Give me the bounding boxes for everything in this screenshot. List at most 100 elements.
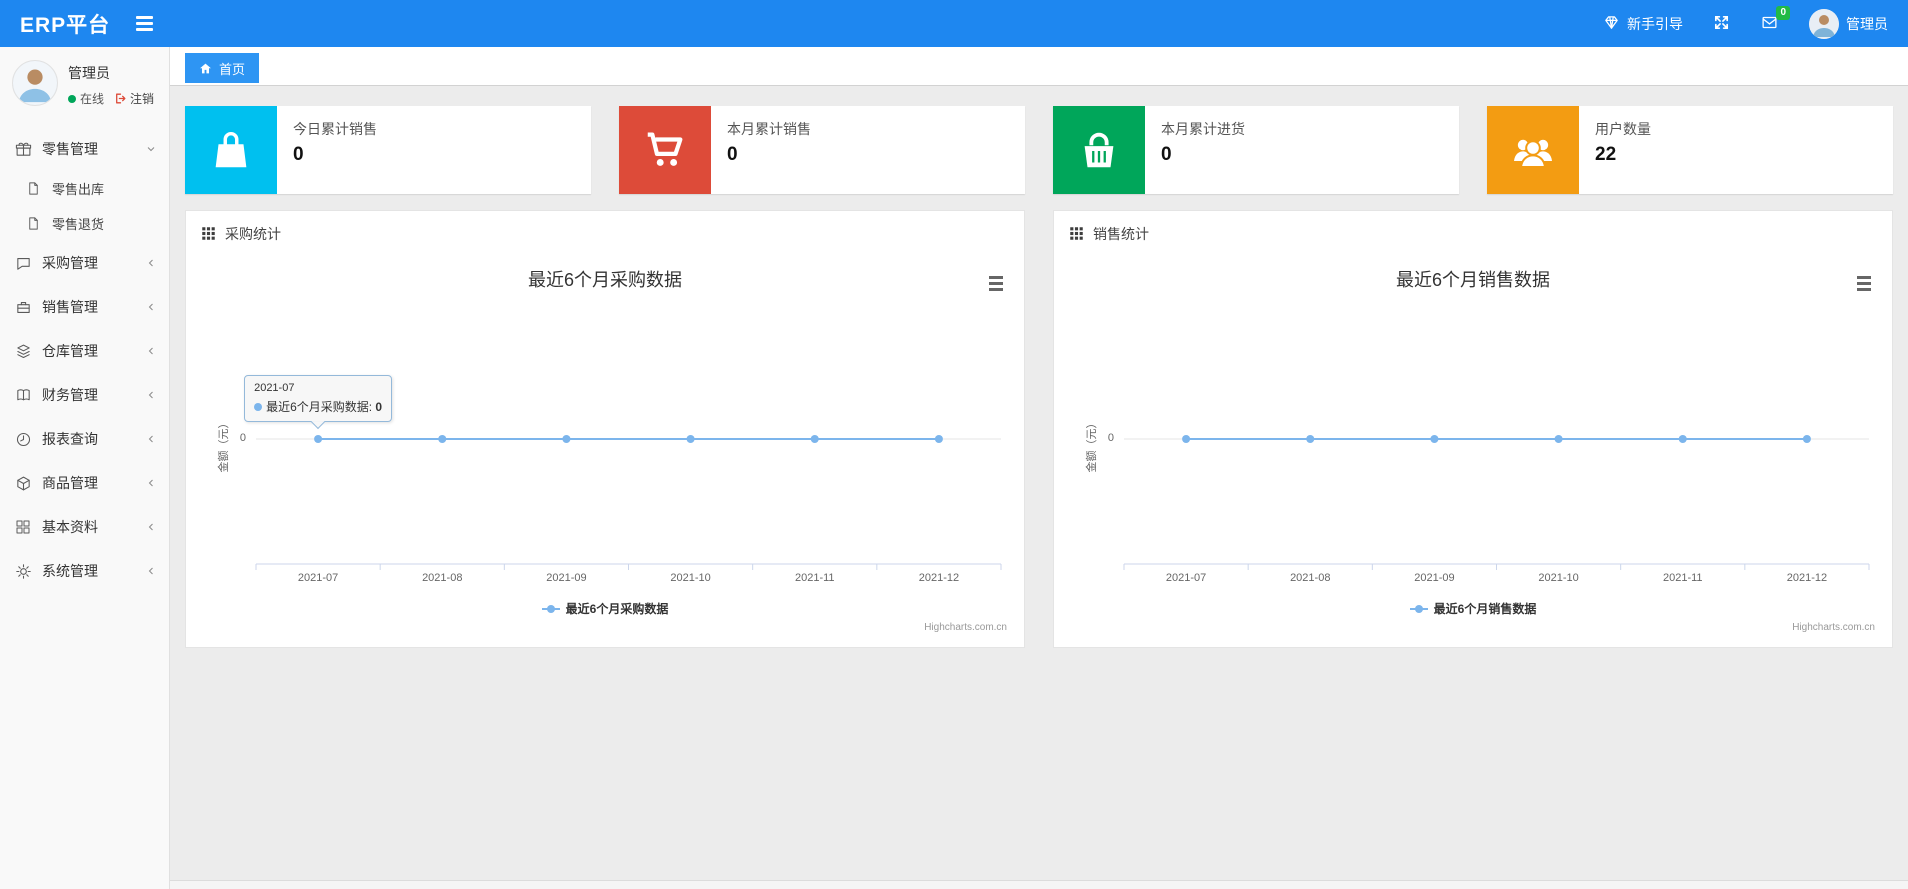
gear-icon bbox=[14, 563, 32, 580]
stat-card-value: 0 bbox=[1161, 144, 1172, 165]
gift-icon bbox=[14, 141, 32, 158]
sidebar-toggle-icon[interactable] bbox=[136, 16, 154, 31]
sidebar-subitem[interactable]: 零售退货 bbox=[0, 206, 169, 241]
sidebar-item-label: 销售管理 bbox=[42, 299, 98, 315]
chart-tooltip: 2021-07 最近6个月采购数据: 0 bbox=[244, 375, 393, 430]
x-axis-label: 2021-09 bbox=[546, 572, 587, 584]
sidebar-item-1[interactable]: 采购管理 bbox=[0, 241, 169, 285]
legend-label: 最近6个月采购数据 bbox=[565, 602, 669, 616]
chart-panels-row: 采购统计 最近6个月采购数据 金额（元） 0 2021-07 2021-08 2021-0… bbox=[185, 210, 1893, 648]
users-icon bbox=[1487, 106, 1579, 194]
chevron-down-icon bbox=[145, 143, 157, 155]
th-grid-icon bbox=[1070, 227, 1083, 240]
chart-legend: 最近6个月销售数据 bbox=[1069, 600, 1877, 617]
sidebar-item-0[interactable]: 零售管理 bbox=[0, 127, 169, 171]
book-icon bbox=[14, 387, 32, 404]
chart-export-menu-icon[interactable] bbox=[1853, 272, 1875, 295]
stat-card-label: 本月累计进货 bbox=[1161, 121, 1245, 137]
chart-legend: 最近6个月采购数据 bbox=[201, 600, 1009, 617]
sidebar-item-label: 财务管理 bbox=[42, 387, 98, 403]
bag-icon bbox=[185, 106, 277, 194]
stat-card-value: 0 bbox=[293, 144, 304, 165]
legend-item[interactable]: 最近6个月采购数据 bbox=[541, 600, 669, 617]
panel-title: 采购统计 bbox=[225, 225, 281, 242]
main-content: 首页 今日累计销售 0 本月累计销售 0 本月累计进货 0 用户数量 22 采购统计 最近6个… bbox=[170, 47, 1908, 889]
gem-icon bbox=[1603, 14, 1620, 34]
x-axis-label: 2021-11 bbox=[794, 572, 835, 584]
chart-title: 最近6个月采购数据 bbox=[527, 270, 682, 290]
chart-credit-link[interactable]: Highcharts.com.cn bbox=[1792, 622, 1875, 633]
messages-count-badge: 0 bbox=[1776, 5, 1790, 20]
clock-icon bbox=[14, 431, 32, 448]
sidebar-item-5[interactable]: 报表查询 bbox=[0, 417, 169, 461]
x-axis-label: 2021-09 bbox=[1414, 572, 1455, 584]
logout-button[interactable]: 注销 bbox=[114, 90, 154, 107]
chevron-left-icon bbox=[145, 389, 157, 401]
user-name-label: 管理员 bbox=[1846, 15, 1888, 32]
user-menu[interactable]: 管理员 bbox=[1809, 8, 1888, 39]
legend-item[interactable]: 最近6个月销售数据 bbox=[1409, 600, 1536, 617]
file-icon bbox=[24, 216, 42, 231]
sidebar-item-label: 仓库管理 bbox=[42, 343, 98, 359]
stat-card-3[interactable]: 用户数量 22 bbox=[1487, 106, 1893, 194]
tab-bar: 首页 bbox=[170, 47, 1908, 86]
tooltip-category: 2021-07 bbox=[254, 382, 295, 394]
sidebar-item-3[interactable]: 仓库管理 bbox=[0, 329, 169, 373]
purchase-chart: 最近6个月采购数据 金额（元） 0 2021-07 2021-08 2021-09 2021… bbox=[201, 256, 1009, 641]
tab-home[interactable]: 首页 bbox=[185, 53, 260, 83]
chevron-left-icon bbox=[145, 521, 157, 533]
sidebar-subitem[interactable]: 零售出库 bbox=[0, 171, 169, 206]
chevron-left-icon bbox=[145, 345, 157, 357]
sales-stats-panel: 销售统计 最近6个月销售数据 金额（元） 0 2021-07 2021-08 2021-0… bbox=[1053, 210, 1893, 648]
x-axis-label: 2021-07 bbox=[297, 572, 339, 584]
sidebar-item-label: 系统管理 bbox=[42, 563, 98, 579]
user-avatar bbox=[1809, 8, 1839, 39]
guide-button[interactable]: 新手引导 bbox=[1603, 14, 1683, 34]
chevron-left-icon bbox=[145, 433, 157, 445]
y-axis-tick-label: 0 bbox=[1107, 432, 1114, 444]
sidebar-item-2[interactable]: 销售管理 bbox=[0, 285, 169, 329]
sidebar-item-label: 商品管理 bbox=[42, 475, 98, 491]
brand-title: ERP平台 bbox=[20, 13, 111, 37]
chart-credit-link[interactable]: Highcharts.com.cn bbox=[924, 622, 1007, 633]
online-status-label: 在线 bbox=[80, 92, 105, 106]
chart-title: 最近6个月销售数据 bbox=[1395, 270, 1550, 290]
home-icon bbox=[200, 63, 211, 73]
x-axis-label: 2021-08 bbox=[422, 572, 463, 584]
sidebar-item-label: 报表查询 bbox=[42, 431, 98, 447]
y-axis-title: 金额（元） bbox=[1086, 417, 1098, 473]
th-grid-icon bbox=[202, 227, 215, 240]
sidebar-item-7[interactable]: 基本资料 bbox=[0, 505, 169, 549]
stat-card-0[interactable]: 今日累计销售 0 bbox=[185, 106, 591, 194]
online-status-dot bbox=[68, 94, 76, 103]
basket-icon bbox=[1053, 106, 1145, 194]
x-axis-label: 2021-11 bbox=[1662, 572, 1703, 584]
file-icon bbox=[24, 181, 42, 196]
header-actions: 新手引导 0 管理员 bbox=[1603, 5, 1888, 39]
x-axis-label: 2021-08 bbox=[1290, 572, 1331, 584]
app-header: ERP平台 新手引导 0 管理员 bbox=[0, 0, 1908, 47]
footer bbox=[170, 880, 1908, 889]
stat-card-label: 用户数量 bbox=[1595, 121, 1651, 137]
stat-card-2[interactable]: 本月累计进货 0 bbox=[1053, 106, 1459, 194]
chart-export-menu-icon[interactable] bbox=[985, 272, 1007, 295]
stat-card-label: 本月累计销售 bbox=[727, 121, 811, 137]
layers-icon bbox=[14, 343, 32, 360]
series-dot-icon bbox=[254, 403, 263, 411]
sidebar-item-8[interactable]: 系统管理 bbox=[0, 549, 169, 593]
y-axis-tick-label: 0 bbox=[239, 432, 246, 444]
legend-marker-icon bbox=[541, 604, 560, 613]
expand-icon bbox=[1713, 14, 1730, 34]
sidebar-submenu: 零售出库 零售退货 bbox=[0, 171, 169, 241]
sidebar-item-6[interactable]: 商品管理 bbox=[0, 461, 169, 505]
stat-card-1[interactable]: 本月累计销售 0 bbox=[619, 106, 1025, 194]
stat-card-value: 0 bbox=[727, 144, 738, 165]
grid-icon bbox=[14, 519, 32, 535]
chevron-left-icon bbox=[145, 477, 157, 489]
cart-icon bbox=[619, 106, 711, 194]
messages-button[interactable]: 0 bbox=[1760, 5, 1790, 34]
sidebar-menu: 零售管理 零售出库 零售退货 采购管理销售管理仓库管理财务管理报表查询商品管理基本资料… bbox=[0, 127, 169, 593]
fullscreen-button[interactable] bbox=[1713, 14, 1730, 34]
sidebar-item-4[interactable]: 财务管理 bbox=[0, 373, 169, 417]
sidebar-user-name: 管理员 bbox=[68, 65, 110, 81]
